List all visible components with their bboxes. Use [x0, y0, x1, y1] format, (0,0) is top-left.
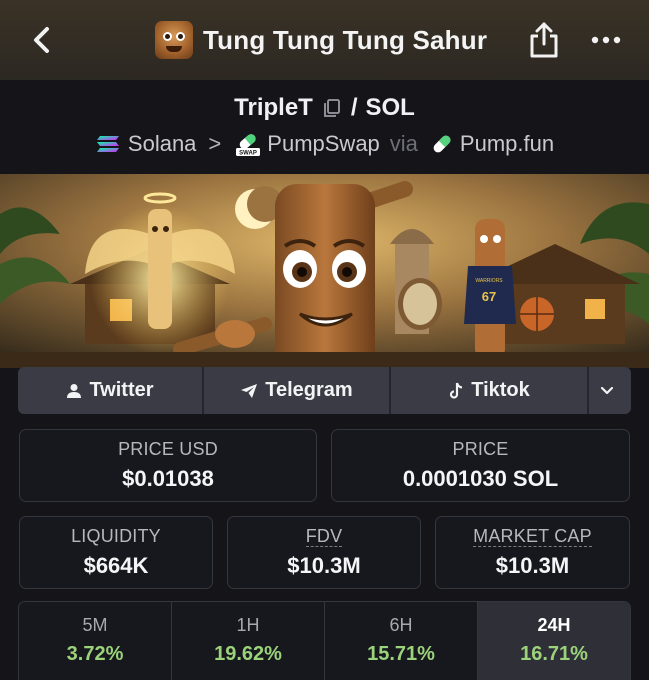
pumpswap-icon-label: SWAP — [239, 151, 257, 157]
fdv-card[interactable]: FDV $10.3M — [227, 516, 421, 589]
top-header: Tung Tung Tung Sahur — [0, 0, 649, 80]
price-usd-value: $0.01038 — [122, 466, 214, 491]
solana-icon — [96, 136, 119, 152]
more-horizontal-icon — [591, 36, 621, 44]
price-usd-card: PRICE USD $0.01038 — [19, 429, 317, 502]
market-cap-label: MARKET CAP — [473, 526, 592, 547]
tab-6h-change: 15.71% — [367, 643, 435, 665]
market-cap-value: $10.3M — [495, 553, 570, 578]
share-icon — [530, 22, 558, 58]
tab-5m[interactable]: 5M 3.72% — [19, 602, 172, 680]
liquidity-card: LIQUIDITY $664K — [19, 516, 213, 589]
pumpfun-icon — [433, 135, 451, 153]
telegram-button[interactable]: Telegram — [204, 367, 391, 414]
market-cap-card[interactable]: MARKET CAP $10.3M — [435, 516, 630, 589]
pair-quote-symbol: SOL — [365, 94, 415, 121]
copy-icon[interactable] — [321, 97, 343, 119]
price-native-value: 0.0001030 SOL — [402, 466, 559, 491]
pair-separator: / — [350, 94, 358, 121]
twitter-label: Twitter — [89, 379, 154, 401]
tiktok-button[interactable]: Tiktok — [391, 367, 589, 414]
timeframe-tabs: 5M 3.72% 1H 19.62% 6H 15.71% 24H 16.71% — [18, 601, 631, 680]
token-banner-image: 67 WARRIORS — [0, 174, 649, 368]
twitter-button[interactable]: Twitter — [18, 367, 204, 414]
pumpswap-icon: SWAP — [236, 134, 261, 157]
back-button[interactable] — [26, 20, 58, 60]
tiktok-icon — [450, 382, 463, 399]
share-button[interactable] — [527, 20, 561, 60]
pair-base-symbol: TripleT — [234, 94, 313, 121]
tab-5m-label: 5M — [82, 615, 108, 635]
tiktok-label: Tiktok — [471, 379, 530, 401]
price-native-label: PRICE — [452, 439, 509, 459]
jersey-text: WARRIORS — [475, 278, 503, 284]
social-links-bar: Twitter Telegram Tiktok — [18, 367, 631, 414]
liquidity-label: LIQUIDITY — [71, 526, 161, 546]
page-title: Tung Tung Tung Sahur — [203, 24, 488, 55]
user-icon — [67, 383, 82, 398]
chevron-down-icon — [600, 386, 613, 394]
telegram-icon — [241, 383, 258, 398]
more-button[interactable] — [588, 25, 624, 55]
tab-6h-label: 6H — [389, 615, 413, 635]
fdv-label: FDV — [305, 526, 343, 547]
tab-1h[interactable]: 1H 19.62% — [172, 602, 325, 680]
launchpad-link[interactable]: Pump.fun — [460, 131, 554, 157]
liquidity-value: $664K — [83, 553, 149, 578]
token-avatar — [155, 21, 193, 59]
jersey-number: 67 — [482, 289, 496, 304]
telegram-label: Telegram — [265, 379, 353, 401]
chain-link[interactable]: Solana — [128, 131, 197, 157]
tab-24h-change: 16.71% — [520, 643, 588, 665]
tab-1h-change: 19.62% — [214, 643, 282, 665]
via-text: via — [389, 131, 418, 156]
tab-24h[interactable]: 24H 16.71% — [478, 602, 630, 680]
route-breadcrumb: Solana > SWAP PumpSwap via Pump.fun — [0, 126, 649, 162]
token-title: Tung Tung Tung Sahur — [155, 20, 487, 60]
price-usd-label: PRICE USD — [118, 439, 218, 459]
tab-6h[interactable]: 6H 15.71% — [325, 602, 478, 680]
dex-link[interactable]: PumpSwap — [267, 131, 380, 157]
expand-links-button[interactable] — [589, 367, 631, 414]
tab-5m-change: 3.72% — [66, 643, 124, 665]
fdv-value: $10.3M — [287, 553, 361, 578]
price-native-card: PRICE 0.0001030 SOL — [331, 429, 630, 502]
pair-row: TripleT / SOL — [0, 90, 649, 126]
breadcrumb-arrow: > — [208, 131, 222, 156]
tab-1h-label: 1H — [236, 615, 260, 635]
tab-24h-label: 24H — [537, 615, 571, 635]
chevron-left-icon — [34, 27, 49, 53]
